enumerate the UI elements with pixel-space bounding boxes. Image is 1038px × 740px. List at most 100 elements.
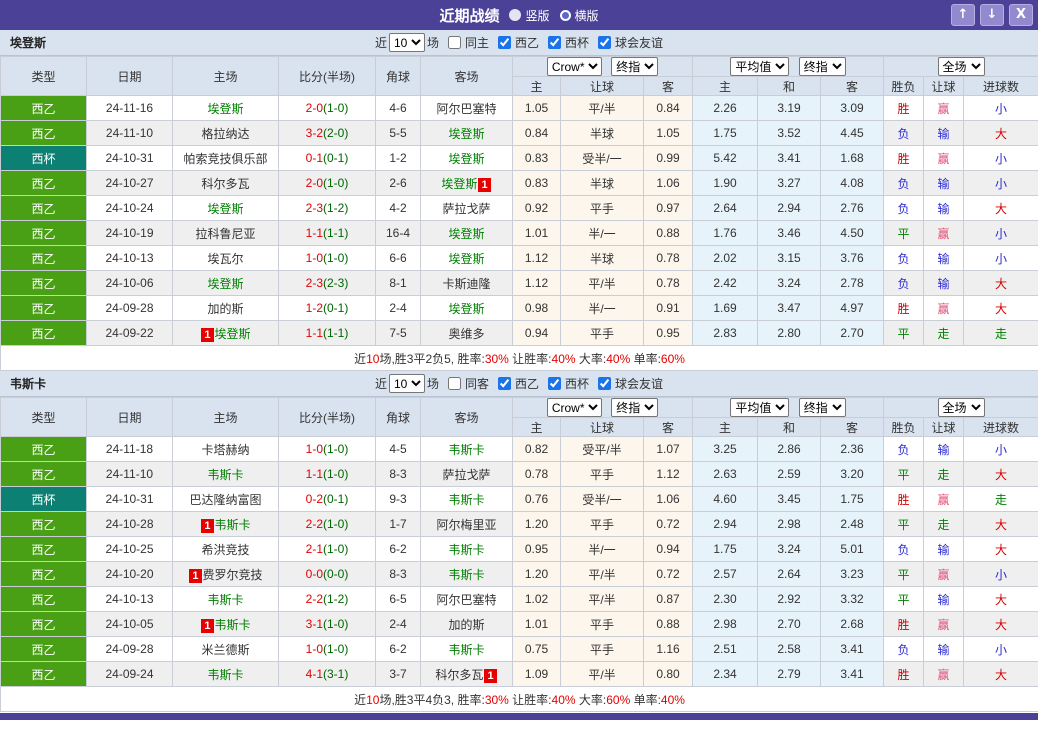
team-link[interactable]: 阿尔梅里亚 (436, 518, 496, 532)
avg-home-cell: 5.42 (692, 145, 759, 171)
avg-home-cell: 1.75 (692, 120, 759, 146)
team-link[interactable]: 韦斯卡 (207, 468, 243, 482)
move-up-button[interactable]: ↑ (951, 4, 975, 26)
avg-company-select[interactable]: 平均值 (730, 57, 790, 76)
team-link[interactable]: 埃登斯 (448, 127, 484, 141)
result-goals-cell: 小 (963, 561, 1038, 587)
team-link[interactable]: 卡塔赫纳 (201, 443, 249, 457)
avg-away-cell: 2.36 (820, 436, 885, 462)
team-link[interactable]: 埃登斯 (207, 202, 243, 216)
corner-cell: 4-5 (375, 436, 421, 462)
match-count-select[interactable]: 10 (388, 374, 425, 393)
match-count-select[interactable]: 10 (388, 33, 425, 52)
team-link[interactable]: 萨拉戈萨 (442, 468, 490, 482)
match-date-cell: 24-11-10 (86, 120, 173, 146)
summary-stat-value: 10 (366, 692, 380, 707)
team-link[interactable]: 埃登斯 (448, 152, 484, 166)
avg-draw-cell: 3.27 (757, 170, 822, 196)
match-type-cell: 西乙 (0, 536, 87, 562)
team-link[interactable]: 巴达隆纳富图 (189, 493, 261, 507)
odds-handicap-cell: 半球 (560, 245, 644, 271)
avg-away-cell: 4.50 (820, 220, 885, 246)
team-link[interactable]: 米兰德斯 (201, 643, 249, 657)
red-card-badge: 1 (201, 618, 214, 633)
team-link[interactable]: 帕索竞技俱乐部 (183, 152, 267, 166)
team-link[interactable]: 韦斯卡 (448, 568, 484, 582)
radio-horizontal-layout[interactable]: 横版 (559, 7, 599, 24)
team-link[interactable]: 韦斯卡 (207, 668, 243, 682)
team-link[interactable]: 加的斯 (448, 618, 484, 632)
team-link[interactable]: 韦斯卡 (207, 593, 243, 607)
summary-stat-value: 60% (606, 692, 631, 707)
fulltime-score: 0-1 (305, 151, 323, 165)
avg-group-header: 平均值 终指 (692, 56, 885, 77)
avg-company-select[interactable]: 平均值 (730, 398, 790, 417)
cup-checkbox[interactable] (548, 36, 562, 49)
team-link[interactable]: 阿尔巴塞特 (436, 102, 496, 116)
same-venue-checkbox[interactable] (447, 377, 461, 390)
team-link[interactable]: 埃登斯 (207, 277, 243, 291)
same-venue-checkbox[interactable] (447, 36, 461, 49)
radio-vertical-layout[interactable]: 竖版 (509, 7, 550, 24)
odds-home-cell: 0.95 (512, 536, 561, 562)
league-checkbox[interactable] (498, 36, 511, 49)
team-link[interactable]: 萨拉戈萨 (442, 202, 490, 216)
odds-home-cell: 0.98 (512, 295, 561, 321)
team-link[interactable]: 埃登斯 (448, 252, 484, 266)
league-checkbox[interactable] (498, 377, 511, 390)
score-cell: 1-1(1-0) (278, 461, 376, 487)
team-link[interactable]: 埃瓦尔 (207, 252, 243, 266)
result-scope-select[interactable]: 全场 (937, 398, 985, 417)
team-link[interactable]: 埃登斯 (215, 327, 251, 341)
team-link[interactable]: 埃登斯 (207, 102, 243, 116)
team-link[interactable]: 韦斯卡 (215, 618, 251, 632)
move-down-button[interactable]: ↓ (980, 4, 1004, 26)
team-link[interactable]: 加的斯 (207, 302, 243, 316)
red-card-badge: 1 (189, 568, 202, 583)
result-handicap-cell: 输 (923, 586, 965, 612)
team-link[interactable]: 埃登斯 (441, 177, 477, 191)
team-link[interactable]: 希洪竞技 (201, 543, 249, 557)
odds-company-select[interactable]: Crow* (546, 57, 602, 76)
team-link[interactable]: 埃登斯 (448, 302, 484, 316)
team-link[interactable]: 科尔多瓦 (435, 668, 483, 682)
team-link[interactable]: 阿尔巴塞特 (436, 593, 496, 607)
team-link[interactable]: 韦斯卡 (448, 543, 484, 557)
odds-home-cell: 0.78 (512, 461, 561, 487)
odds-type-select[interactable]: 终指 (611, 57, 659, 76)
avg-away-cell: 2.68 (820, 611, 885, 637)
avg-draw-cell: 2.92 (757, 586, 822, 612)
odds-home-cell: 0.92 (512, 195, 561, 221)
odds-away-cell: 1.16 (642, 636, 694, 662)
friendly-checkbox[interactable] (598, 36, 612, 49)
team-link[interactable]: 科尔多瓦 (201, 177, 249, 191)
result-handicap-cell: 输 (923, 170, 965, 196)
team-link[interactable]: 拉科鲁尼亚 (195, 227, 255, 241)
team-link[interactable]: 埃登斯 (448, 227, 484, 241)
cup-checkbox[interactable] (548, 377, 562, 390)
fulltime-score: 2-0 (305, 176, 323, 190)
corner-cell: 8-3 (375, 561, 421, 587)
friendly-checkbox[interactable] (598, 377, 612, 390)
corner-cell: 8-3 (375, 461, 421, 487)
team-link[interactable]: 费罗尔竞技 (203, 568, 263, 582)
col-header-home: 主场 (172, 56, 279, 96)
result-handicap-cell: 赢 (923, 561, 965, 587)
odds-type-select[interactable]: 终指 (611, 398, 659, 417)
result-scope-select[interactable]: 全场 (937, 57, 985, 76)
team-link[interactable]: 韦斯卡 (448, 643, 484, 657)
odds-company-select[interactable]: Crow* (546, 398, 602, 417)
team-link[interactable]: 韦斯卡 (215, 518, 251, 532)
avg-type-select[interactable]: 终指 (798, 398, 846, 417)
close-button[interactable]: X (1009, 4, 1033, 26)
avg-draw-cell: 2.98 (757, 511, 822, 537)
avg-type-select[interactable]: 终指 (798, 57, 846, 76)
summary-stat-value: 40% (660, 692, 685, 707)
result-goals-cell: 小 (963, 145, 1038, 171)
team-link[interactable]: 韦斯卡 (448, 493, 484, 507)
summary-stat-value: 40% (551, 692, 576, 707)
team-link[interactable]: 奥维多 (448, 327, 484, 341)
team-link[interactable]: 卡斯迪隆 (442, 277, 490, 291)
team-link[interactable]: 格拉纳达 (201, 127, 249, 141)
team-link[interactable]: 韦斯卡 (448, 443, 484, 457)
